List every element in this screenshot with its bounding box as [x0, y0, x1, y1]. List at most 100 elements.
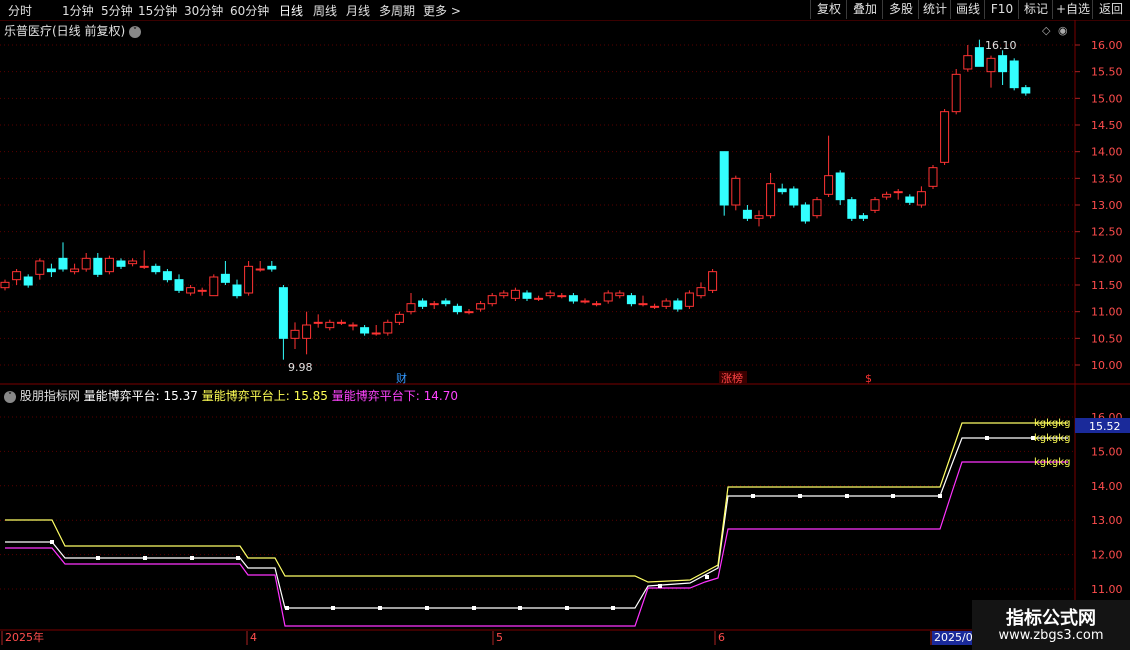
platform-dot [985, 436, 989, 440]
candle-body [220, 273, 230, 283]
candle-body [893, 191, 903, 194]
candle-body [70, 268, 80, 273]
candle-body [986, 57, 996, 73]
time-axis-label: 6 [718, 631, 725, 644]
price-tick-label: 10.00 [1091, 359, 1123, 372]
candle-body [626, 295, 636, 305]
candle-body [568, 295, 578, 302]
platform-dot [798, 494, 802, 498]
watermark-logo: 指标公式网 www.zbgs3.com [972, 600, 1130, 650]
candle-body [951, 73, 961, 113]
indicator-tick-label: 11.00 [1091, 583, 1123, 596]
candle-body [499, 292, 509, 297]
candle-body [522, 292, 532, 299]
candle-body [116, 260, 126, 267]
candle-body [255, 268, 265, 271]
candle-body [128, 260, 138, 265]
candle-body [557, 295, 567, 298]
candle-body [974, 47, 984, 67]
indicator-tick-label: 15.00 [1091, 445, 1123, 458]
price-tick-label: 13.00 [1091, 199, 1123, 212]
candle-body [429, 303, 439, 306]
event-marker: 涨榜 [721, 371, 743, 385]
time-axis-label: 2025/0 [934, 631, 973, 644]
platform-dot [236, 556, 240, 560]
price-tick-label: 14.00 [1091, 146, 1123, 159]
candle-body [673, 300, 683, 310]
platform-dot [518, 606, 522, 610]
price-tick-label: 12.00 [1091, 252, 1123, 265]
candle-body [360, 327, 370, 334]
time-axis-label: 4 [250, 631, 257, 644]
platform-dot [472, 606, 476, 610]
candle-body [800, 204, 810, 222]
platform-dot [611, 606, 615, 610]
candle-body [348, 324, 358, 327]
candle-body [464, 311, 474, 314]
candle-body [12, 271, 22, 281]
platform-dot [845, 494, 849, 498]
candle-body [510, 289, 520, 299]
candle-body [418, 300, 428, 307]
candle-body [244, 265, 254, 294]
candle-body [162, 271, 172, 281]
candle-body [35, 260, 45, 275]
candle-body [650, 305, 660, 308]
time-axis-label: 5 [496, 631, 503, 644]
candle-body [534, 297, 544, 300]
candle-body [615, 292, 625, 297]
price-tick-label: 15.50 [1091, 66, 1123, 79]
event-marker: 财 [396, 371, 407, 385]
candle-body [278, 287, 288, 339]
platform-dot [378, 606, 382, 610]
candle-body [580, 300, 590, 303]
candle-body [290, 329, 300, 339]
candle-body [882, 193, 892, 198]
event-marker: $ [865, 372, 872, 385]
candle-body [487, 295, 497, 305]
candle-body [452, 305, 462, 313]
candle-body [545, 292, 555, 297]
candle-body [858, 215, 868, 219]
watermark-url: www.zbgs3.com [998, 628, 1104, 643]
candle-body [93, 257, 103, 275]
candle-body [754, 215, 764, 219]
price-tick-label: 13.50 [1091, 172, 1123, 185]
price-tick-label: 11.50 [1091, 279, 1123, 292]
watermark-title: 指标公式网 [1006, 608, 1096, 629]
candle-body [835, 172, 845, 201]
candle-body [719, 151, 729, 206]
candle-body [174, 279, 184, 291]
low-price-label: 9.98 [288, 361, 313, 374]
candle-body [742, 209, 752, 219]
end-tag-lower: kgkgkg [1034, 457, 1070, 468]
candle-body [139, 265, 149, 268]
candle-body [209, 276, 219, 297]
candle-body [777, 188, 787, 193]
end-tag-mid: kgkgkg [1034, 433, 1070, 444]
time-axis-label: 2025年 [5, 630, 44, 644]
indicator-tick-label: 13.00 [1091, 514, 1123, 527]
indicator-tick-label: 12.00 [1091, 549, 1123, 562]
candle-body [23, 276, 33, 286]
end-tag-upper: kgkgkg [1034, 418, 1070, 429]
candle-body [812, 199, 822, 217]
candle-body [638, 303, 648, 306]
candle-body [58, 257, 68, 270]
candle-body [46, 268, 56, 273]
indicator-series-1 [5, 437, 1068, 609]
candle-body [371, 332, 381, 335]
candle-body [928, 167, 938, 187]
platform-dot [891, 494, 895, 498]
candle-body [476, 303, 486, 310]
current-value-label: 15.52 [1089, 420, 1121, 433]
candle-body [847, 199, 857, 219]
candle-body [232, 284, 242, 297]
price-tick-label: 10.50 [1091, 332, 1123, 345]
chart-canvas[interactable]: 16.00 15.50 15.00 14.50 14.00 13.50 13.00 12.50… [0, 0, 1130, 650]
platform-dot [658, 584, 662, 588]
price-tick-label: 16.00 [1091, 39, 1123, 52]
candle-body [267, 265, 277, 270]
candle-body [1021, 87, 1031, 94]
candle-body [302, 324, 312, 339]
